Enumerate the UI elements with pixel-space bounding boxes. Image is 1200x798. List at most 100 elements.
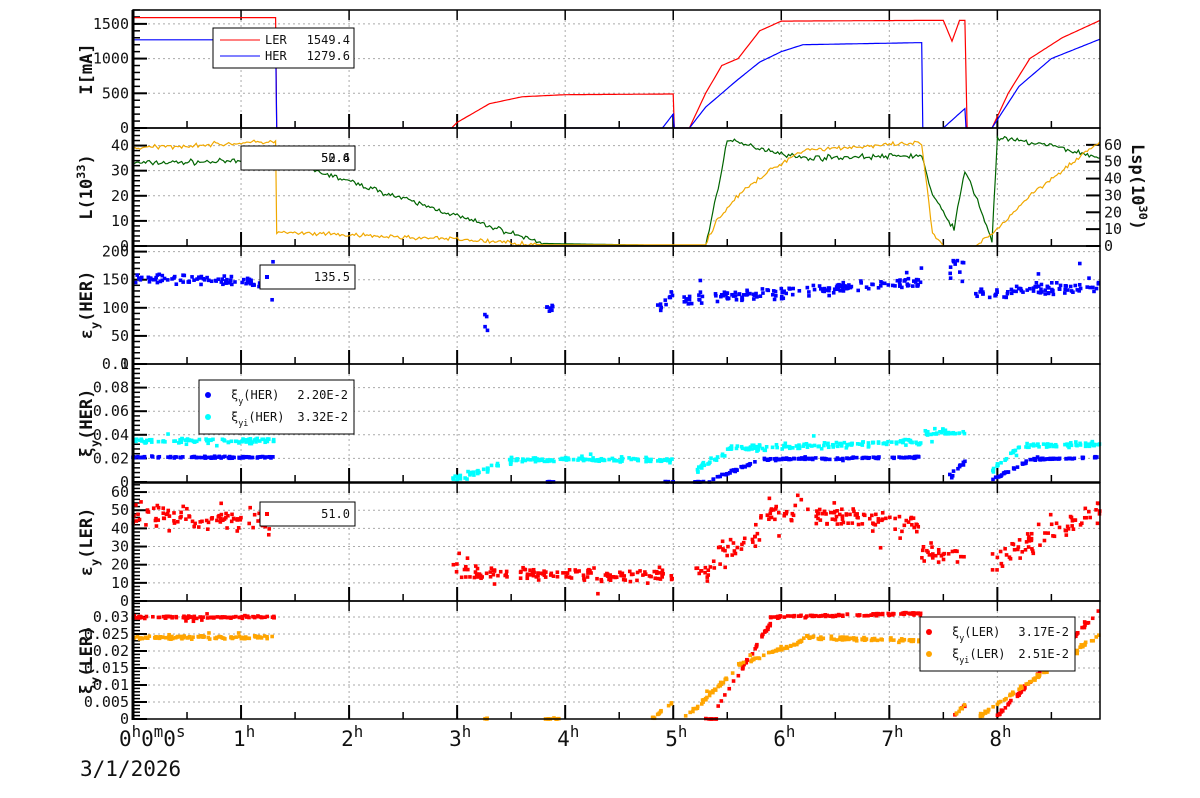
data-point xyxy=(161,439,166,443)
data-point xyxy=(852,509,856,514)
data-point xyxy=(787,444,792,449)
data-point xyxy=(190,275,194,279)
data-point xyxy=(887,612,891,617)
data-point xyxy=(893,284,897,288)
data-point xyxy=(941,557,946,562)
data-point xyxy=(757,443,762,447)
data-point xyxy=(1030,547,1034,551)
data-point xyxy=(820,511,825,516)
data-point xyxy=(822,441,827,445)
data-point xyxy=(666,703,671,708)
data-point xyxy=(555,570,560,575)
data-point xyxy=(936,560,941,564)
data-point xyxy=(941,429,945,433)
data-point xyxy=(176,519,180,524)
data-point xyxy=(807,635,811,639)
data-point xyxy=(841,280,846,285)
y2-tick-label: 50 xyxy=(1104,153,1122,171)
data-point xyxy=(156,505,161,510)
data-point xyxy=(486,468,490,473)
data-point xyxy=(871,440,876,445)
data-point xyxy=(180,436,184,441)
y-tick-label: 1500 xyxy=(93,15,129,33)
y-tick-label: 500 xyxy=(102,84,129,102)
data-point xyxy=(1043,288,1048,292)
legend-value: 1279.6 xyxy=(307,49,350,63)
data-point xyxy=(959,554,963,559)
data-point xyxy=(1049,522,1054,527)
data-point xyxy=(1026,545,1031,549)
label-part: (HER) xyxy=(77,389,97,440)
data-point xyxy=(847,456,851,461)
data-point xyxy=(1069,289,1074,293)
data-point xyxy=(1012,547,1017,552)
data-point xyxy=(235,529,240,533)
label-part: y xyxy=(88,322,102,329)
legend: 135.5 xyxy=(259,264,356,290)
data-point xyxy=(734,446,739,451)
y-tick-label: 20 xyxy=(111,556,129,574)
y2-tick-label: 20 xyxy=(1104,203,1122,221)
data-point xyxy=(790,511,795,516)
data-point xyxy=(661,458,665,462)
data-point xyxy=(735,468,739,472)
data-point xyxy=(718,562,722,566)
label-part: 7 xyxy=(881,727,894,751)
data-point xyxy=(799,497,804,502)
data-point xyxy=(1039,287,1043,292)
data-point xyxy=(999,460,1003,465)
data-point xyxy=(245,455,250,460)
data-point xyxy=(622,574,627,578)
data-point xyxy=(1018,686,1023,690)
data-point xyxy=(597,457,601,462)
data-point xyxy=(178,515,182,520)
data-point xyxy=(473,570,478,574)
data-point xyxy=(766,458,771,462)
x-axis: 0h0m0s 1h 2h 3h 4h 5h 6h 7h 8h3/1/2026 xyxy=(80,722,1011,782)
data-point xyxy=(999,473,1004,477)
data-point xyxy=(741,293,746,297)
data-point xyxy=(569,576,574,580)
data-point xyxy=(210,516,215,520)
data-point xyxy=(792,613,797,618)
data-point xyxy=(901,440,905,444)
data-point xyxy=(220,437,225,442)
data-point xyxy=(1003,546,1007,551)
data-point xyxy=(886,283,891,287)
panel-1: 0 500 1000 1500 I[mA] LER 1549.4 HER 1279.6 xyxy=(77,9,1101,137)
data-point xyxy=(531,567,536,572)
data-point xyxy=(228,278,233,282)
data-point xyxy=(933,426,937,431)
data-point xyxy=(1009,287,1014,292)
data-point xyxy=(737,292,742,296)
data-point xyxy=(983,711,988,715)
data-point xyxy=(165,278,170,282)
data-point xyxy=(996,700,1001,705)
data-point xyxy=(215,615,219,619)
data-point xyxy=(743,465,747,469)
x-tick-label: 4h xyxy=(557,722,579,752)
x-tick-label: 6h xyxy=(773,722,795,752)
data-point xyxy=(236,526,241,530)
data-point xyxy=(861,512,866,517)
data-point xyxy=(879,280,883,284)
data-point xyxy=(723,565,727,570)
data-point xyxy=(761,291,765,295)
data-point xyxy=(1090,616,1095,621)
data-point xyxy=(719,699,724,703)
data-point xyxy=(1091,285,1095,290)
data-point xyxy=(631,572,635,577)
data-point xyxy=(870,529,875,533)
data-point xyxy=(770,650,774,654)
data-point xyxy=(995,555,1000,560)
data-point xyxy=(489,463,494,468)
data-point xyxy=(205,275,209,280)
data-point xyxy=(455,562,459,566)
data-point xyxy=(207,637,212,641)
data-point xyxy=(799,613,803,618)
data-point xyxy=(1029,679,1034,684)
data-point xyxy=(920,548,925,553)
legend-marker xyxy=(205,414,211,420)
data-point xyxy=(948,276,953,280)
data-point xyxy=(837,512,842,517)
